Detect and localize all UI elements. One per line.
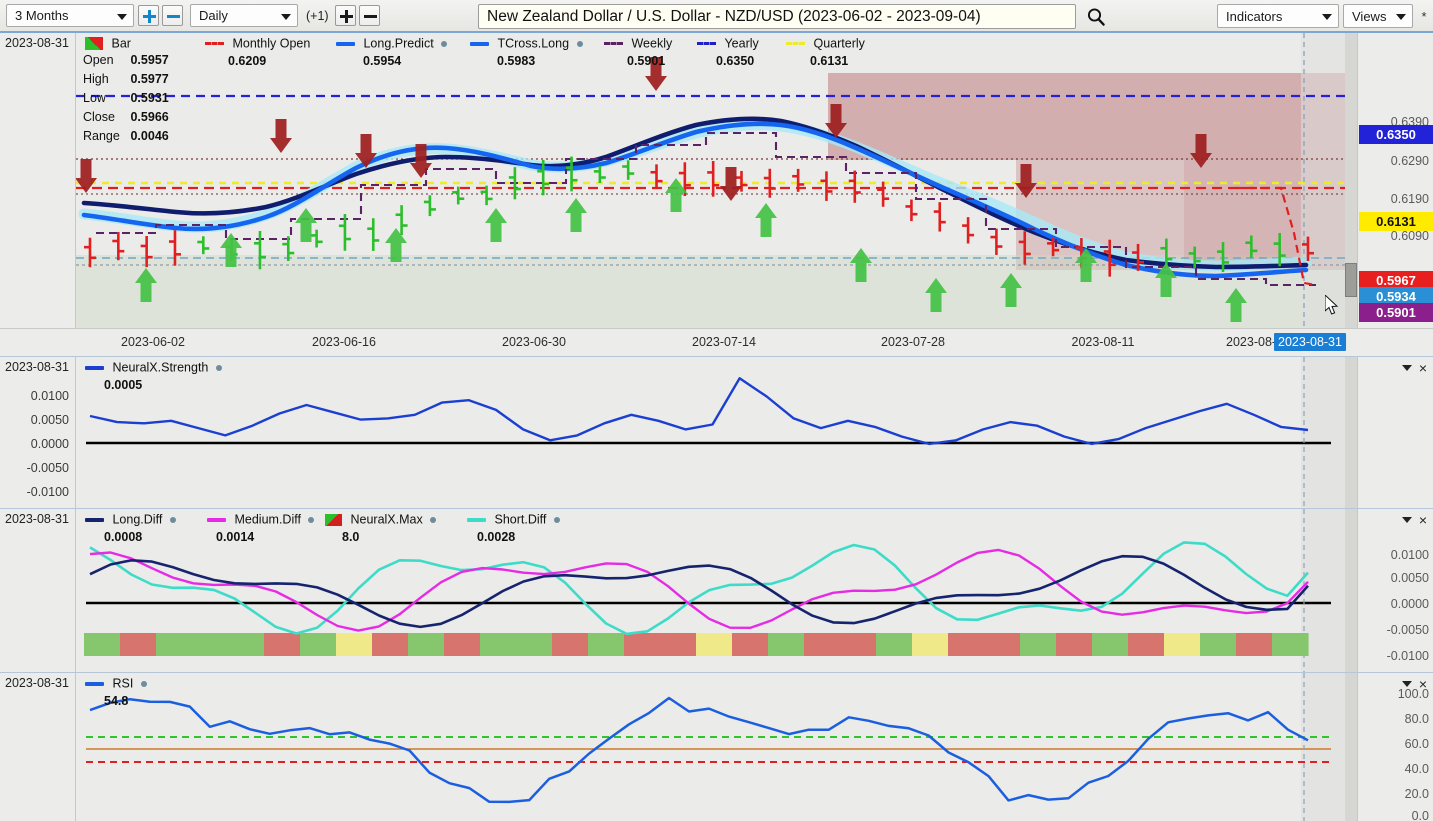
indicators-label: Indicators xyxy=(1226,8,1283,24)
interval-zoom-out-button[interactable] xyxy=(358,5,380,26)
neural-ytick: -0.0050 xyxy=(26,461,69,475)
rsi-scrollbar[interactable] xyxy=(1345,673,1357,821)
neuralx-strength-panel: 0.0100 0.0050 0.0000 -0.0050 -0.0100 202… xyxy=(0,356,1433,509)
diff-ytick: -0.0100 xyxy=(1386,649,1429,663)
chart-vertical-scrollbar[interactable] xyxy=(1345,33,1357,328)
views-label: Views xyxy=(1352,8,1387,24)
chevron-down-icon xyxy=(281,13,291,20)
price-x-axis: 2023-06-02 2023-06-16 2023-06-30 2023-07… xyxy=(0,328,1433,356)
chart-scrollbar-thumb[interactable] xyxy=(1345,263,1357,297)
price-ytick: 0.6090 xyxy=(1390,229,1429,243)
price-tag-yearly: 0.6350 xyxy=(1359,125,1433,144)
x-tick-current: 2023-08-31 xyxy=(1274,333,1346,351)
x-tick: 2023-08-11 xyxy=(1071,335,1135,349)
diff-panel: 0.0100 0.0050 0.0000 -0.0050 -0.0100 202… xyxy=(0,508,1433,673)
toolbar: 3 Months Daily (+1) New Zealand Dollar /… xyxy=(0,0,1433,33)
price-ytick: 0.6290 xyxy=(1390,154,1429,168)
x-tick: 2023-07-28 xyxy=(881,335,945,349)
rsi-panel-controls: × xyxy=(1401,677,1427,691)
ohlc-row: Close 0.5966 xyxy=(83,110,169,129)
price-panel-right-axis: 0.6390 0.6290 0.6190 0.6090 0.5790 0.635… xyxy=(1357,33,1433,360)
symbol-input[interactable]: New Zealand Dollar / U.S. Dollar - NZD/U… xyxy=(478,4,1076,29)
chevron-down-icon xyxy=(1396,14,1406,20)
ohlc-value: 0.5977 xyxy=(130,72,169,86)
ohlc-readout: Open 0.5957 High 0.5977 Low 0.5931 Close… xyxy=(83,53,169,148)
price-panel-left-axis xyxy=(0,33,76,356)
ohlc-key: Low xyxy=(83,91,106,105)
interval-select-value: Daily xyxy=(199,8,228,23)
chevron-down-icon[interactable] xyxy=(1401,681,1412,687)
trading-chart-app: 3 Months Daily (+1) New Zealand Dollar /… xyxy=(0,0,1433,821)
ohlc-value: 0.5957 xyxy=(130,53,169,67)
price-tag-quarterly: 0.6131 xyxy=(1359,212,1433,231)
ohlc-key: Range xyxy=(83,129,120,143)
ohlc-key: High xyxy=(83,72,109,86)
ohlc-key: Open xyxy=(83,53,114,67)
rsi-ytick: 0.0 xyxy=(1411,809,1429,821)
rsi-panel: 100.0 80.0 60.0 40.0 20.0 0.0 2023-08-31… xyxy=(0,672,1433,821)
diff-scrollbar[interactable] xyxy=(1345,509,1357,673)
rsi-ytick: 80.0 xyxy=(1404,712,1429,726)
diff-right-axis: 0.0100 0.0050 0.0000 -0.0050 -0.0100 xyxy=(1357,509,1433,672)
diff-panel-controls: × xyxy=(1401,513,1427,527)
ohlc-row: Open 0.5957 xyxy=(83,53,169,72)
ohlc-row: High 0.5977 xyxy=(83,72,169,91)
interval-zoom-in-button[interactable] xyxy=(334,5,356,26)
ohlc-value: 0.5931 xyxy=(130,91,169,105)
diff-ytick: 0.0050 xyxy=(1390,571,1429,585)
chevron-down-icon[interactable] xyxy=(1401,517,1412,523)
rsi-left-axis xyxy=(0,673,76,821)
chevron-down-icon[interactable] xyxy=(1401,365,1412,371)
interval-select[interactable]: Daily xyxy=(190,4,298,27)
rsi-ytick: 40.0 xyxy=(1404,762,1429,776)
rsi-chart-plot[interactable] xyxy=(76,673,1357,821)
chevron-down-icon xyxy=(117,13,127,20)
diff-chart-plot[interactable] xyxy=(76,509,1357,673)
chevron-down-icon xyxy=(1322,14,1332,20)
symbol-input-wrap: New Zealand Dollar / U.S. Dollar - NZD/U… xyxy=(478,4,1076,29)
rsi-right-axis: 100.0 80.0 60.0 40.0 20.0 0.0 xyxy=(1357,673,1433,821)
range-zoom-out-button[interactable] xyxy=(162,5,183,26)
neural-scrollbar[interactable] xyxy=(1345,357,1357,509)
range-select[interactable]: 3 Months xyxy=(6,4,134,27)
rsi-ytick: 20.0 xyxy=(1404,787,1429,801)
toolbar-right-controls: Indicators Views * xyxy=(1217,4,1429,28)
neural-left-axis: 0.0100 0.0050 0.0000 -0.0050 -0.0100 xyxy=(0,357,76,508)
neural-ytick: 0.0100 xyxy=(30,389,69,403)
offset-label: (+1) xyxy=(306,8,329,23)
ohlc-row: Low 0.5931 xyxy=(83,91,169,110)
diff-left-axis xyxy=(0,509,76,672)
x-tick: 2023-06-30 xyxy=(502,335,566,349)
diff-ytick: 0.0000 xyxy=(1390,597,1429,611)
neural-right-axis xyxy=(1357,357,1433,508)
ohlc-key: Close xyxy=(83,110,115,124)
price-panel: 0.6390 0.6290 0.6190 0.6090 0.5790 0.635… xyxy=(0,33,1433,360)
diff-ytick: -0.0050 xyxy=(1386,623,1429,637)
range-select-value: 3 Months xyxy=(15,8,69,23)
price-ytick: 0.6190 xyxy=(1390,192,1429,206)
neural-ytick: -0.0100 xyxy=(26,485,69,499)
indicators-dropdown[interactable]: Indicators xyxy=(1217,4,1339,28)
ohlc-row: Range 0.0046 xyxy=(83,129,169,148)
neural-chart-plot[interactable] xyxy=(76,357,1357,509)
neural-ytick: 0.0050 xyxy=(30,413,69,427)
views-dropdown[interactable]: Views xyxy=(1343,4,1413,28)
neural-panel-controls: × xyxy=(1401,361,1427,375)
search-icon[interactable] xyxy=(1086,7,1106,27)
pin-button[interactable]: * xyxy=(1419,9,1429,24)
ohlc-value: 0.5966 xyxy=(130,110,169,124)
price-tag-weekly: 0.5901 xyxy=(1359,303,1433,322)
range-zoom-in-button[interactable] xyxy=(138,5,159,26)
ohlc-value: 0.0046 xyxy=(130,129,169,143)
close-icon[interactable]: × xyxy=(1419,677,1427,691)
x-tick: 2023-06-02 xyxy=(121,335,185,349)
rsi-ytick: 60.0 xyxy=(1404,737,1429,751)
x-tick: 2023-06-16 xyxy=(312,335,376,349)
close-icon[interactable]: × xyxy=(1419,361,1427,375)
diff-ytick: 0.0100 xyxy=(1390,548,1429,562)
close-icon[interactable]: × xyxy=(1419,513,1427,527)
x-tick: 2023-07-14 xyxy=(692,335,756,349)
price-chart-plot[interactable] xyxy=(76,33,1357,328)
neural-ytick: 0.0000 xyxy=(30,437,69,451)
